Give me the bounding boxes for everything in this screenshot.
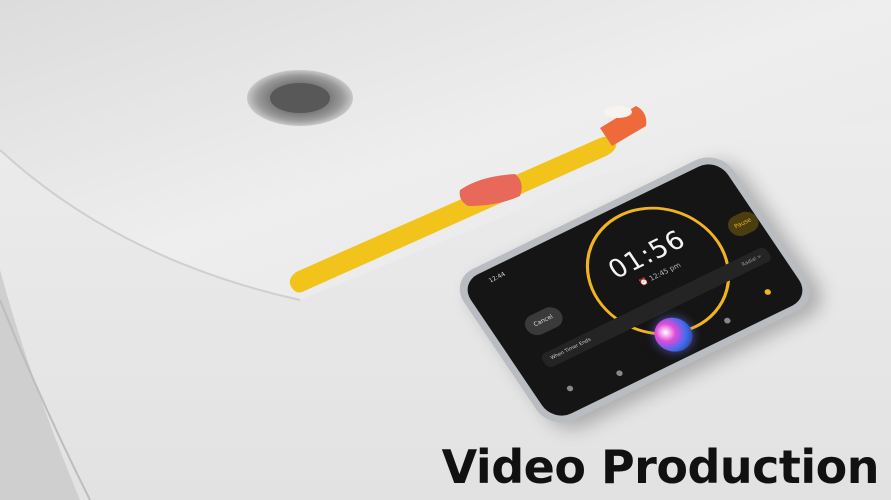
tab-alarm-icon[interactable] [615, 369, 624, 378]
photo-scene: 12:44 01:56 ⏰ 12:45 pm Cancel Pause When… [0, 0, 891, 500]
tab-world-clock-icon[interactable] [565, 384, 575, 393]
cancel-button[interactable]: Cancel [520, 303, 568, 339]
status-bar-time: 12:44 [487, 270, 507, 285]
when-timer-ends-label: When Timer Ends [549, 336, 593, 362]
tab-timer-icon[interactable] [763, 288, 773, 296]
when-timer-ends-value: Radial > [740, 253, 764, 268]
pause-button[interactable]: Pause [723, 208, 763, 240]
video-production-caption: Video Production [441, 440, 880, 494]
tab-stopwatch-icon[interactable] [722, 316, 732, 325]
